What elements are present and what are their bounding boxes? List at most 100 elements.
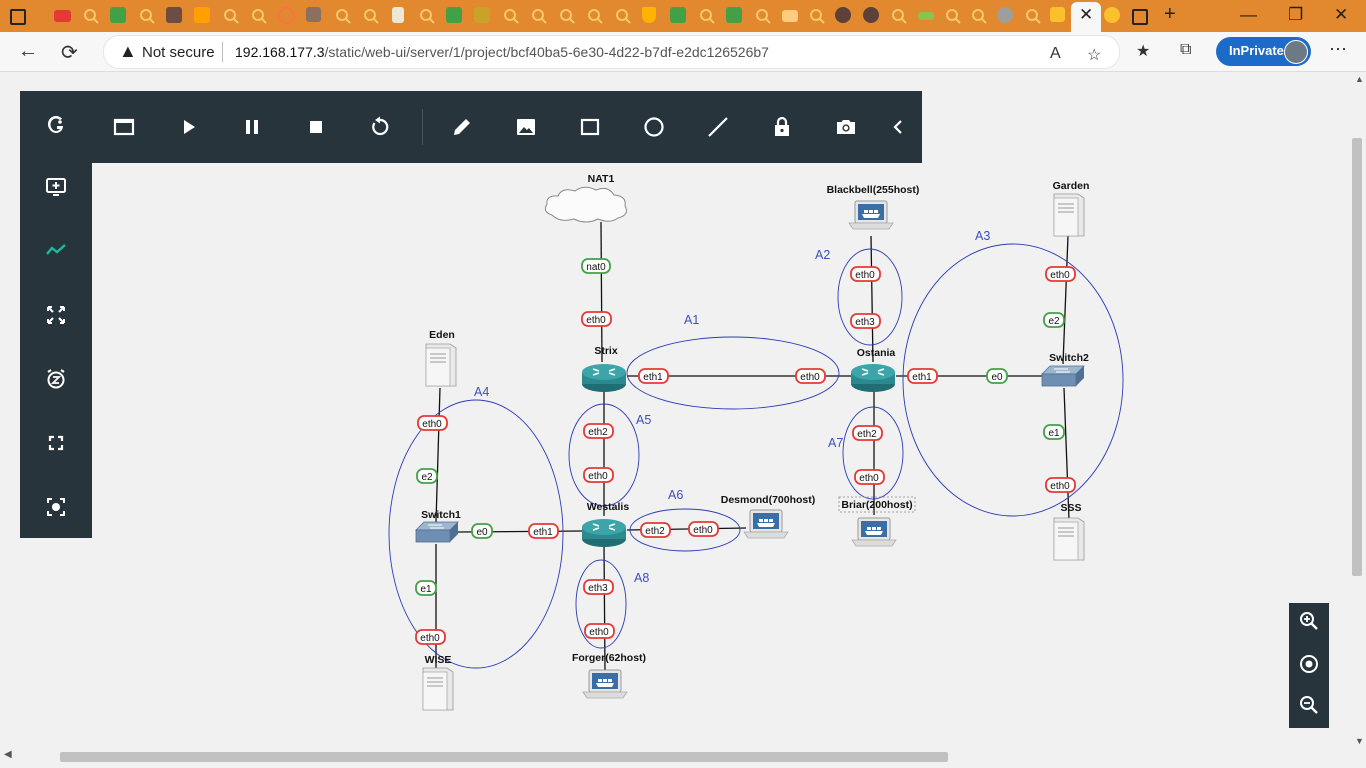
switch-icon[interactable]	[415, 521, 459, 543]
collapse-toolbar-icon[interactable]	[882, 111, 914, 143]
router-icon[interactable]	[582, 519, 626, 547]
node-label-westalis[interactable]: Westalis	[587, 501, 630, 513]
scroll-up-icon[interactable]: ▲	[1355, 74, 1364, 84]
port-label-strix-eth0[interactable]: eth0	[581, 311, 612, 327]
node-label-desmond[interactable]: Desmond(700host)	[721, 494, 816, 506]
console-all-icon[interactable]	[108, 111, 140, 143]
port-text: eth0	[1050, 481, 1070, 492]
reload-all-icon[interactable]	[364, 111, 396, 143]
area-a7-ellipse[interactable]	[842, 406, 904, 500]
host-icon[interactable]	[848, 200, 894, 230]
node-label-garden[interactable]: Garden	[1053, 180, 1090, 192]
port-label-ostania-eth3[interactable]: eth3	[850, 313, 881, 329]
port-label-ostania-eth0[interactable]: eth0	[795, 368, 826, 384]
port-label-strix-eth2[interactable]: eth2	[583, 423, 614, 439]
port-text: eth3	[855, 317, 875, 328]
cloud-icon[interactable]	[544, 186, 627, 223]
port-label-desmond-eth0[interactable]: eth0	[688, 521, 719, 537]
draw-ellipse-icon[interactable]	[638, 111, 670, 143]
node-label-forger[interactable]: Forger(62host)	[572, 652, 646, 664]
port-label-switch1-e0[interactable]: e0	[471, 523, 493, 539]
port-label-nat0[interactable]: nat0	[581, 258, 611, 274]
server-icon[interactable]	[422, 667, 454, 711]
switch-icon[interactable]	[1041, 365, 1085, 387]
insert-picture-icon[interactable]	[510, 111, 542, 143]
port-label-sss-eth0[interactable]: eth0	[1045, 477, 1076, 493]
host-icon[interactable]	[851, 517, 897, 547]
lock-icon[interactable]	[766, 111, 798, 143]
port-label-westalis-eth3[interactable]: eth3	[583, 579, 614, 595]
start-all-icon[interactable]	[172, 111, 204, 143]
port-text: eth0	[589, 627, 609, 638]
link-nat1-strix[interactable]	[600, 221, 603, 363]
left-toolbar	[20, 91, 92, 538]
port-label-switch2-e0[interactable]: e0	[986, 368, 1008, 384]
center-view-icon[interactable]	[40, 491, 72, 523]
port-label-switch2-e1[interactable]: e1	[1043, 424, 1065, 440]
server-icon[interactable]	[1053, 193, 1085, 237]
horizontal-scrollbar-thumb[interactable]	[60, 752, 948, 762]
edit-note-icon[interactable]	[446, 111, 478, 143]
node-label-nat1[interactable]: NAT1	[588, 173, 615, 185]
show-interface-labels-icon[interactable]	[40, 234, 72, 266]
port-label-eden-eth0[interactable]: eth0	[417, 415, 448, 431]
host-icon[interactable]	[743, 509, 789, 539]
screenshot-icon[interactable]	[830, 111, 862, 143]
link-garden-switch2[interactable]	[1062, 235, 1069, 365]
zoom-in-icon[interactable]	[1293, 605, 1325, 637]
stop-all-icon[interactable]	[300, 111, 332, 143]
node-label-strix[interactable]: Strix	[594, 345, 618, 357]
links	[435, 221, 1070, 671]
reset-zoom-icon[interactable]	[1293, 648, 1325, 680]
vertical-scrollbar-thumb[interactable]	[1352, 138, 1362, 576]
zoom-controls	[1289, 603, 1329, 728]
port-label-strix-eth1[interactable]: eth1	[638, 368, 669, 384]
port-label-westalis-eth1[interactable]: eth1	[528, 523, 559, 539]
suspend-all-icon[interactable]	[236, 111, 268, 143]
node-label-sss[interactable]: SSS	[1060, 502, 1081, 514]
port-label-ostania-eth2[interactable]: eth2	[852, 425, 883, 441]
area-a2-ellipse[interactable]	[837, 248, 903, 346]
port-label-ostania-eth1[interactable]: eth1	[907, 368, 938, 384]
port-label-blackbell-eth0[interactable]: eth0	[850, 266, 881, 282]
fullscreen-icon[interactable]	[40, 427, 72, 459]
scroll-left-icon[interactable]: ◀	[4, 749, 12, 760]
node-label-briar[interactable]: Briar(200host)	[841, 499, 912, 511]
port-label-briar-eth0[interactable]: eth0	[854, 469, 885, 485]
server-icon[interactable]	[425, 343, 457, 387]
port-label-switch2-e2[interactable]: e2	[1043, 312, 1065, 328]
port-label-westalis-eth0[interactable]: eth0	[583, 467, 614, 483]
router-icon[interactable]	[851, 364, 895, 392]
alarm-icon[interactable]	[40, 363, 72, 395]
port-label-forger-eth0[interactable]: eth0	[584, 623, 615, 639]
draw-rectangle-icon[interactable]	[574, 111, 606, 143]
link-blackbell-ostania[interactable]	[870, 235, 874, 363]
router-icon[interactable]	[582, 364, 626, 392]
port-label-garden-eth0[interactable]: eth0	[1045, 266, 1076, 282]
port-label-westalis-eth2[interactable]: eth2	[640, 522, 671, 538]
port-text: e0	[476, 527, 488, 538]
port-text: eth2	[645, 526, 665, 537]
draw-line-icon[interactable]	[702, 111, 734, 143]
fit-to-screen-icon[interactable]	[40, 299, 72, 331]
port-label-switch1-e1[interactable]: e1	[415, 580, 437, 596]
node-label-eden[interactable]: Eden	[429, 329, 455, 341]
area-label: A3	[975, 229, 990, 243]
node-label-switch1[interactable]: Switch1	[421, 509, 461, 521]
zoom-out-icon[interactable]	[1293, 689, 1325, 721]
node-label-ostania[interactable]: Ostania	[857, 347, 896, 359]
link-eden-switch1[interactable]	[435, 387, 441, 523]
node-label-switch2[interactable]: Switch2	[1049, 352, 1089, 364]
port-text: eth3	[588, 583, 608, 594]
host-icon[interactable]	[582, 669, 628, 699]
console-icon[interactable]	[40, 171, 72, 203]
node-label-blackbell[interactable]: Blackbell(255host)	[827, 184, 920, 196]
port-label-switch1-e2[interactable]: e2	[416, 468, 438, 484]
port-text: eth0	[800, 372, 820, 383]
scroll-down-icon[interactable]: ▼	[1355, 736, 1364, 746]
port-label-wise-eth0[interactable]: eth0	[415, 629, 446, 645]
gns3-logo-icon[interactable]	[40, 109, 72, 141]
node-label-wise[interactable]: WISE	[425, 654, 452, 666]
port-text: eth0	[693, 525, 713, 536]
server-icon[interactable]	[1053, 517, 1085, 561]
